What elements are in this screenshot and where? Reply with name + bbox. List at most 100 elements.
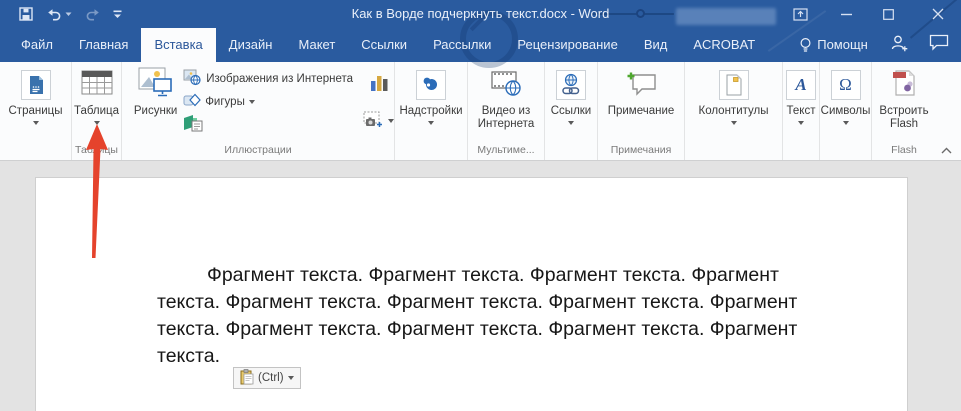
comments-icon[interactable] (929, 34, 949, 56)
paragraph-line: Фрагмент текста. Фрагмент текста. Фрагме… (157, 262, 817, 289)
word-window: Как в Ворде подчеркнуть текст.docx - Wor… (0, 0, 961, 411)
media-group-label: Мультиме... (468, 143, 544, 160)
text-caret-icon (798, 121, 804, 125)
online-video-icon (490, 69, 522, 102)
ribbon-group-text: A Текст (783, 62, 820, 160)
paste-options-button[interactable]: (Ctrl) (233, 367, 301, 389)
tab-home[interactable]: Главная (66, 28, 141, 62)
tab-layout[interactable]: Макет (285, 28, 348, 62)
pictures-button[interactable]: Рисунки (128, 65, 183, 143)
document-area: Фрагмент текста. Фрагмент текста. Фрагме… (0, 162, 961, 411)
tab-mailings[interactable]: Рассылки (420, 28, 504, 62)
tab-review[interactable]: Рецензирование (504, 28, 630, 62)
tab-row-right-icons (890, 28, 961, 62)
shapes-icon (183, 92, 201, 111)
redo-button[interactable] (84, 7, 101, 22)
tab-view[interactable]: Вид (631, 28, 681, 62)
shapes-button[interactable]: Фигуры (183, 90, 353, 113)
tab-file[interactable]: Файл (8, 28, 66, 62)
customize-qat-button[interactable] (113, 10, 122, 19)
online-pictures-label: Изображения из Интернета (206, 73, 353, 85)
text-button[interactable]: A Текст (783, 65, 819, 143)
symbols-label: Символы (821, 105, 871, 118)
maximize-button[interactable] (873, 0, 903, 28)
links-icon (556, 70, 586, 100)
tab-references[interactable]: Ссылки (348, 28, 420, 62)
header-footer-icon (719, 70, 749, 100)
tab-insert[interactable]: Вставка (141, 28, 215, 62)
screenshot-icon (363, 111, 384, 131)
addins-label: Надстройки (399, 105, 462, 118)
close-button[interactable] (923, 0, 953, 28)
smartart-button[interactable] (183, 113, 353, 136)
chart-button[interactable] (368, 67, 390, 101)
paragraph-line: текста. Фрагмент текста. Фрагмент текста… (157, 316, 817, 343)
online-video-button[interactable]: Видео из Интернета (469, 65, 543, 143)
header-footer-label: Колонтитулы (699, 105, 769, 118)
pictures-icon (138, 67, 174, 103)
paragraph-line: текста. Фрагмент текста. Фрагмент текста… (157, 289, 817, 316)
online-video-label: Видео из Интернета (472, 105, 540, 131)
links-label: Ссылки (551, 105, 592, 118)
online-pictures-icon (183, 69, 202, 89)
paragraph-line: текста. (157, 343, 817, 370)
tab-acrobat[interactable]: ACROBAT (680, 28, 768, 62)
illustrations-right-column (363, 65, 394, 143)
collapse-ribbon-button[interactable] (940, 144, 953, 158)
symbols-icon: Ω (831, 70, 861, 100)
pages-caret-icon (33, 121, 39, 125)
title-bar: Как в Ворде подчеркнуть текст.docx - Wor… (0, 0, 961, 28)
comment-button[interactable]: Примечание (605, 65, 678, 143)
ribbon: Страницы Таблица Таблицы (0, 62, 961, 161)
quick-access-toolbar (18, 0, 122, 28)
text-icon: A (786, 70, 816, 100)
screenshot-caret-icon (388, 119, 394, 123)
comments-group-label: Примечания (598, 143, 684, 160)
ribbon-group-illustrations: Рисунки Изображения из Интернета Фигуры (122, 62, 395, 160)
paste-clipboard-icon (240, 369, 254, 388)
pages-group-label (0, 143, 71, 160)
ribbon-display-options-button[interactable] (785, 0, 815, 28)
screenshot-button[interactable] (363, 109, 394, 132)
undo-caret-icon (65, 12, 72, 17)
save-icon[interactable] (18, 6, 34, 22)
addins-caret-icon (428, 121, 434, 125)
links-button[interactable]: Ссылки (548, 65, 595, 143)
symbols-group-label (820, 143, 871, 160)
symbols-button[interactable]: Ω Символы (818, 65, 874, 143)
paragraph[interactable]: Фрагмент текста. Фрагмент текста. Фрагме… (157, 262, 817, 370)
document-page[interactable]: Фрагмент текста. Фрагмент текста. Фрагме… (35, 177, 908, 411)
tab-tell-me[interactable]: Помощн (786, 28, 881, 62)
embed-flash-button[interactable]: Встроить Flash (872, 65, 936, 143)
ribbon-group-comments: Примечание Примечания (598, 62, 685, 160)
annotation-arrow (80, 118, 116, 263)
text-group-label (783, 143, 819, 160)
smartart-icon (183, 114, 203, 135)
share-icon[interactable] (890, 34, 909, 57)
tab-design[interactable]: Дизайн (216, 28, 286, 62)
tab-tell-me-label: Помощн (817, 28, 868, 62)
minimize-button[interactable] (831, 0, 861, 28)
ribbon-group-header-footer: Колонтитулы (685, 62, 783, 160)
pages-button[interactable]: Страницы (6, 65, 66, 143)
embed-flash-label: Встроить Flash (875, 105, 933, 131)
ribbon-group-pages: Страницы (0, 62, 72, 160)
shapes-caret-icon (249, 100, 255, 104)
text-label: Текст (787, 105, 816, 118)
chart-icon (368, 72, 390, 97)
illustrations-group-label: Иллюстрации (122, 143, 394, 160)
lightbulb-icon (799, 37, 812, 54)
pictures-label: Рисунки (134, 105, 177, 118)
illustrations-small-buttons: Изображения из Интернета Фигуры (183, 65, 353, 143)
undo-button[interactable] (46, 7, 72, 22)
online-pictures-button[interactable]: Изображения из Интернета (183, 67, 353, 90)
table-label: Таблица (74, 105, 119, 118)
ribbon-group-flash: Встроить Flash Flash (872, 62, 936, 160)
links-group-label (545, 143, 597, 160)
shapes-label: Фигуры (205, 96, 245, 108)
censored-account-name (676, 8, 776, 25)
header-footer-button[interactable]: Колонтитулы (696, 65, 772, 143)
pages-label: Страницы (9, 105, 63, 118)
pages-icon (21, 70, 51, 100)
addins-button[interactable]: Надстройки (396, 65, 465, 143)
